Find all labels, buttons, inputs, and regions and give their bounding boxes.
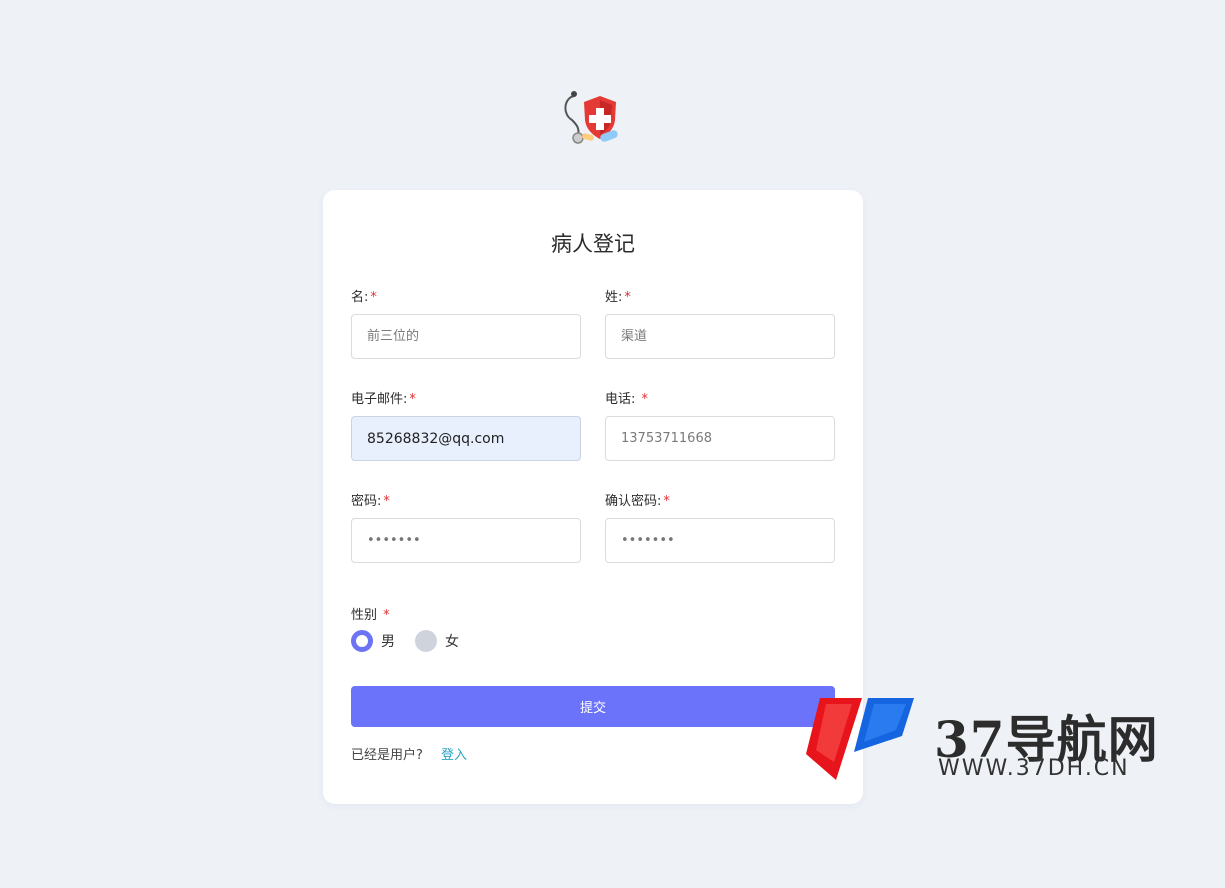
required-marker: * (663, 494, 670, 509)
logo-icon (560, 88, 626, 150)
password-label: 密码: * (351, 490, 390, 509)
phone-label-text: 电话: (605, 392, 640, 407)
password-label-text: 密码: (351, 494, 382, 509)
email-label: 电子邮件: * (351, 388, 416, 407)
confirm-password-input[interactable] (605, 518, 835, 563)
first-name-input[interactable] (351, 314, 581, 359)
last-name-input[interactable] (605, 314, 835, 359)
required-marker: * (624, 290, 631, 305)
email-input[interactable] (351, 416, 581, 461)
login-prompt: 已经是用户? 登入 (351, 744, 467, 763)
required-marker: * (383, 494, 390, 509)
password-input[interactable] (351, 518, 581, 563)
submit-button[interactable]: 提交 (351, 686, 835, 727)
confirm-password-label-text: 确认密码: (605, 494, 662, 509)
watermark-logo-icon (806, 698, 914, 780)
gender-radio-group: 男 女 (351, 630, 479, 652)
email-label-text: 电子邮件: (351, 392, 408, 407)
required-marker: * (409, 392, 416, 407)
gender-label: 性别 * (351, 604, 390, 623)
watermark-url: WWW.37DH.CN (938, 756, 1130, 781)
required-marker: * (370, 290, 377, 305)
existing-user-text: 已经是用户? (351, 748, 423, 763)
required-marker: * (641, 392, 649, 407)
confirm-password-label: 确认密码: * (605, 490, 670, 509)
first-name-label-text: 名: (351, 290, 369, 305)
registration-card: 病人登记 名:* 姓:* 电子邮件:* 电话: * 密码:* 确认密码:* 性别… (323, 190, 863, 804)
gender-male-label[interactable]: 男 (381, 631, 395, 651)
gender-male-radio[interactable] (351, 630, 373, 652)
required-marker: * (383, 608, 390, 623)
watermark: 37导航网 WWW.37DH.CN (806, 696, 1220, 786)
gender-female-radio[interactable] (415, 630, 437, 652)
first-name-label: 名: * (351, 286, 377, 305)
gender-label-text: 性别 (351, 608, 382, 623)
gender-female-label[interactable]: 女 (445, 631, 459, 651)
last-name-label-text: 姓: (605, 290, 623, 305)
form-title: 病人登记 (551, 232, 635, 256)
last-name-label: 姓: * (605, 286, 631, 305)
phone-input[interactable] (605, 416, 835, 461)
phone-label: 电话: * (605, 388, 648, 407)
login-link[interactable]: 登入 (441, 748, 467, 763)
